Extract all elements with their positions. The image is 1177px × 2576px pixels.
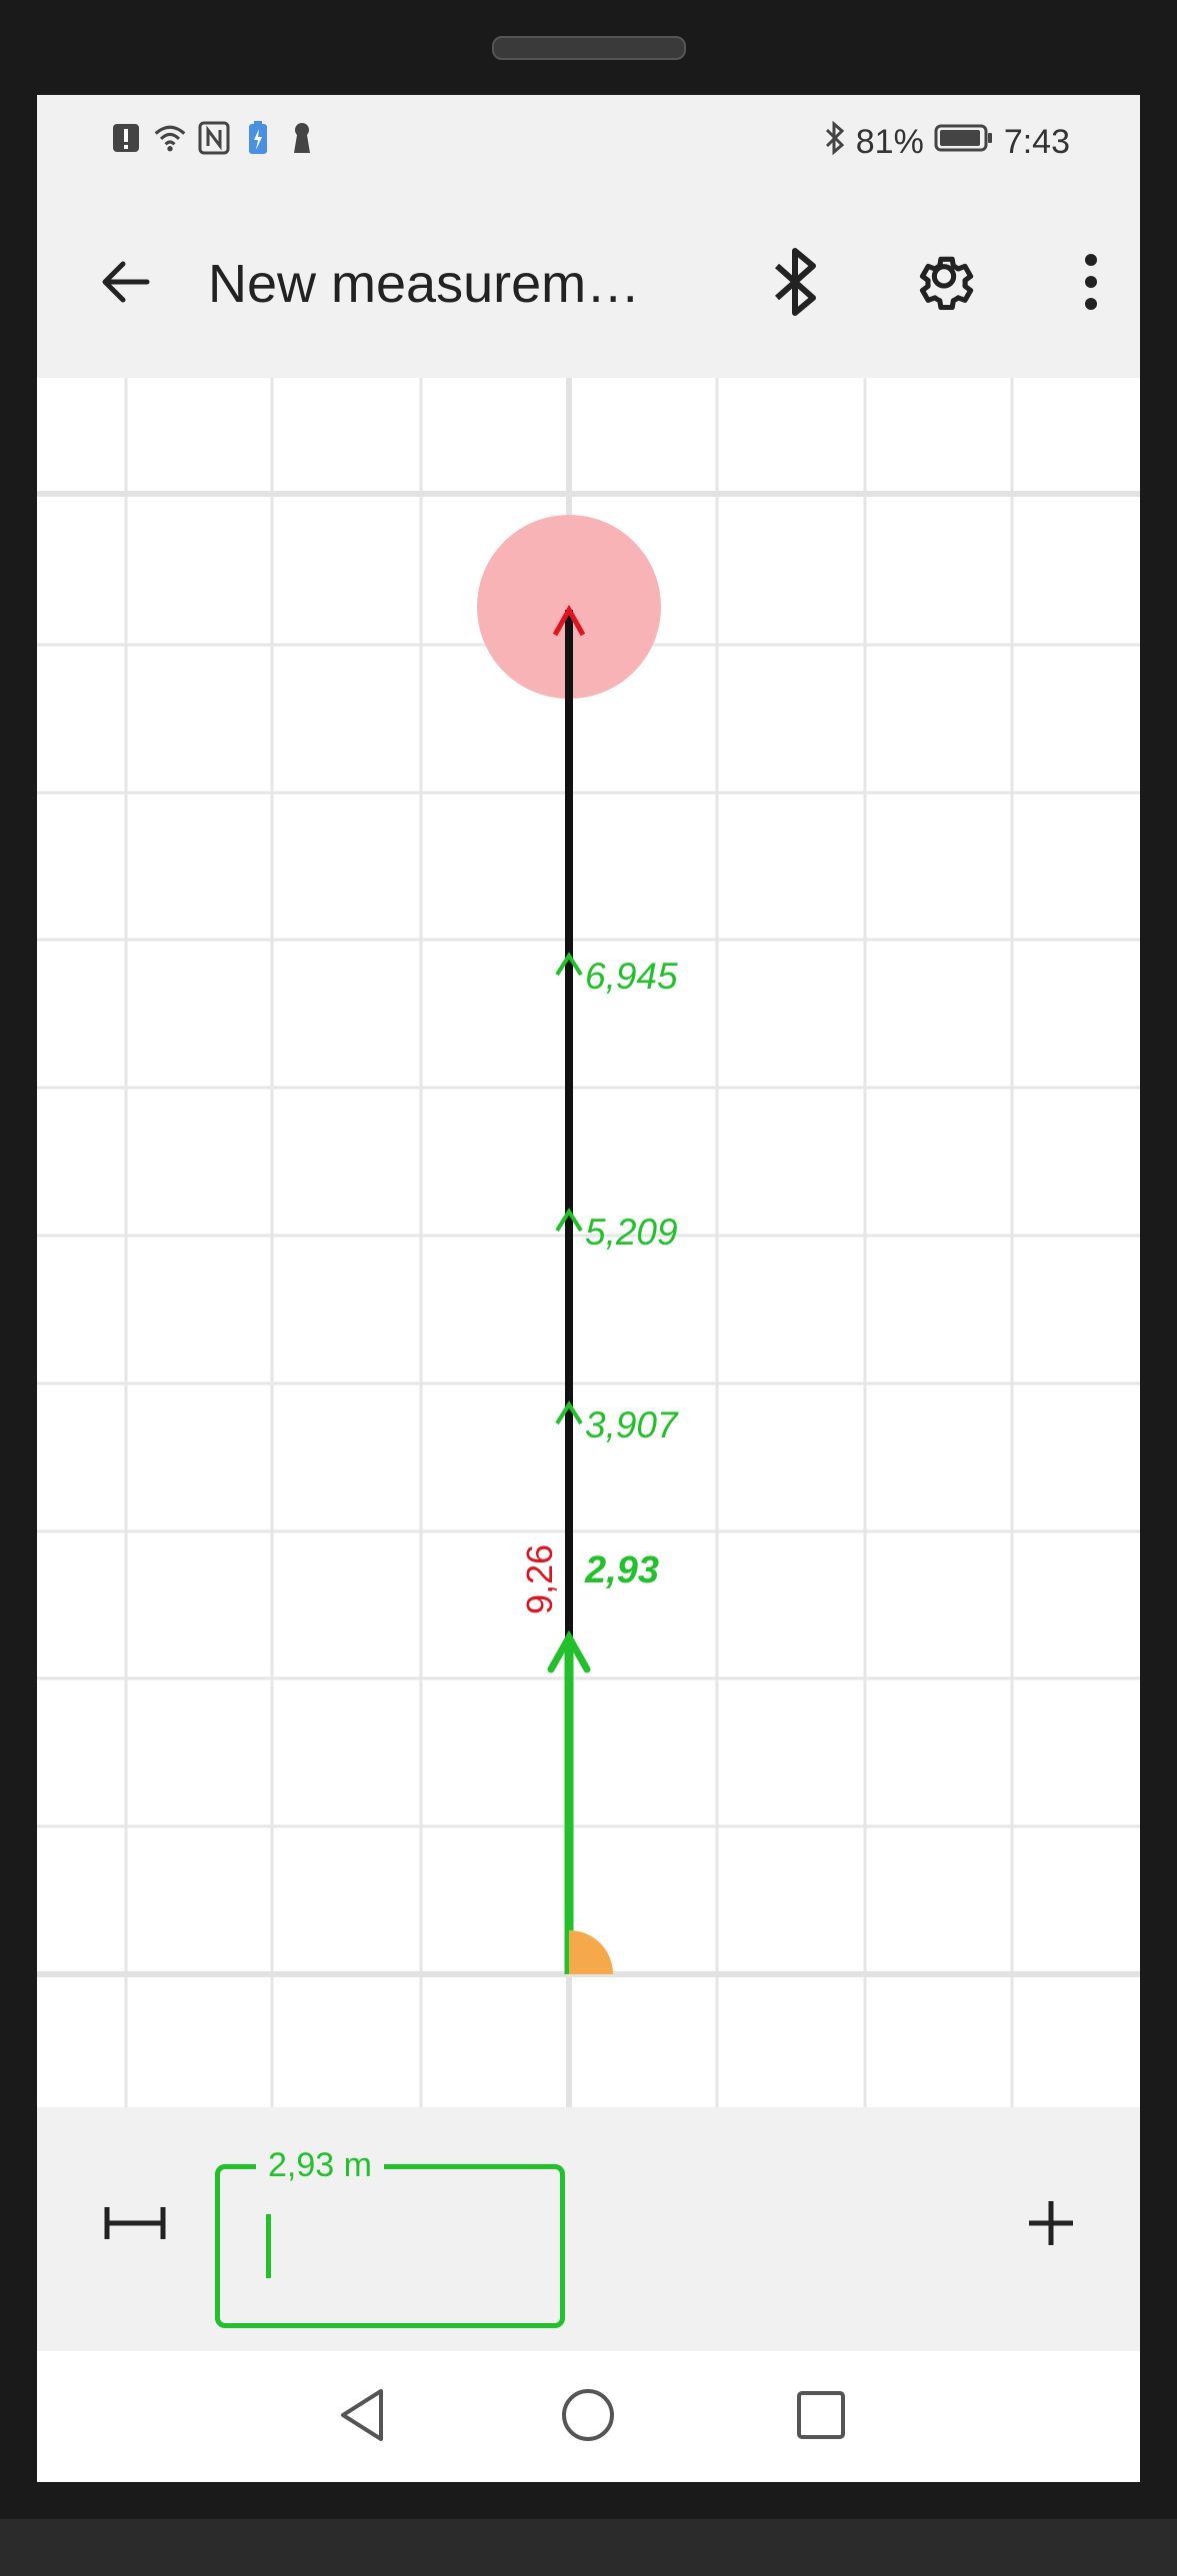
sketch-canvas[interactable]: 6,945 5,209 3,907 2,93 9,26 [37, 378, 1140, 2107]
add-icon [1027, 2199, 1075, 2252]
system-nav-bar [37, 2351, 1140, 2482]
bottom-toolbar: 2,93 m [37, 2107, 1140, 2351]
nav-recents-icon [796, 2390, 846, 2445]
battery-saver-icon [241, 119, 275, 157]
length-input[interactable] [242, 2209, 546, 2291]
back-button[interactable] [89, 248, 161, 320]
length-input-box[interactable]: 2,93 m [215, 2145, 565, 2328]
nav-recents-button[interactable] [785, 2381, 857, 2453]
bluetooth-status-icon [824, 120, 846, 164]
nfc-icon [197, 119, 231, 157]
phone-frame-bottom [0, 2519, 1177, 2576]
measure-tool-button[interactable] [97, 2187, 173, 2263]
battery-percent: 81% [855, 123, 924, 161]
page-title: New measurem… [208, 254, 641, 314]
nav-home-button[interactable] [552, 2381, 624, 2453]
nav-back-icon [337, 2387, 387, 2448]
status-bar: 81% 7:43 [37, 95, 1140, 190]
marker-label: 5,209 [585, 1212, 678, 1253]
angle-marker [569, 1930, 613, 1974]
text-caret [266, 2214, 271, 2278]
marker-label: 3,907 [585, 1404, 679, 1445]
bluetooth-button[interactable] [754, 242, 838, 326]
app-bar: New measurem… [37, 190, 1140, 378]
battery-icon [934, 123, 994, 162]
phone-speaker [492, 36, 686, 60]
sketch-svg: 6,945 5,209 3,907 2,93 9,26 [37, 378, 1140, 2107]
settings-button[interactable] [902, 242, 986, 326]
more-vert-icon [1081, 252, 1101, 317]
status-icons-right: 81% 7:43 [824, 120, 1070, 164]
nav-back-button[interactable] [326, 2381, 398, 2453]
marker-label: 6,945 [585, 956, 678, 997]
gear-icon [910, 248, 978, 321]
keyhole-icon [285, 119, 319, 157]
alert-icon [109, 119, 143, 157]
nav-home-icon [560, 2387, 616, 2448]
length-input-label: 2,93 m [256, 2145, 384, 2185]
more-options-button[interactable] [1049, 242, 1133, 326]
phone-screen: 81% 7:43 New measurem… 6,945 5,209 3,907… [37, 95, 1140, 2482]
total-length-label: 9,26 [519, 1544, 560, 1614]
segment-length-label: 2,93 [584, 1549, 659, 1591]
measure-tool-icon [103, 2203, 167, 2248]
add-button[interactable] [1009, 2183, 1093, 2267]
wifi-icon [153, 119, 187, 157]
back-arrow-icon [97, 258, 153, 311]
status-icons-left [109, 119, 319, 157]
clock-time: 7:43 [1003, 123, 1070, 161]
bluetooth-icon [773, 247, 819, 321]
